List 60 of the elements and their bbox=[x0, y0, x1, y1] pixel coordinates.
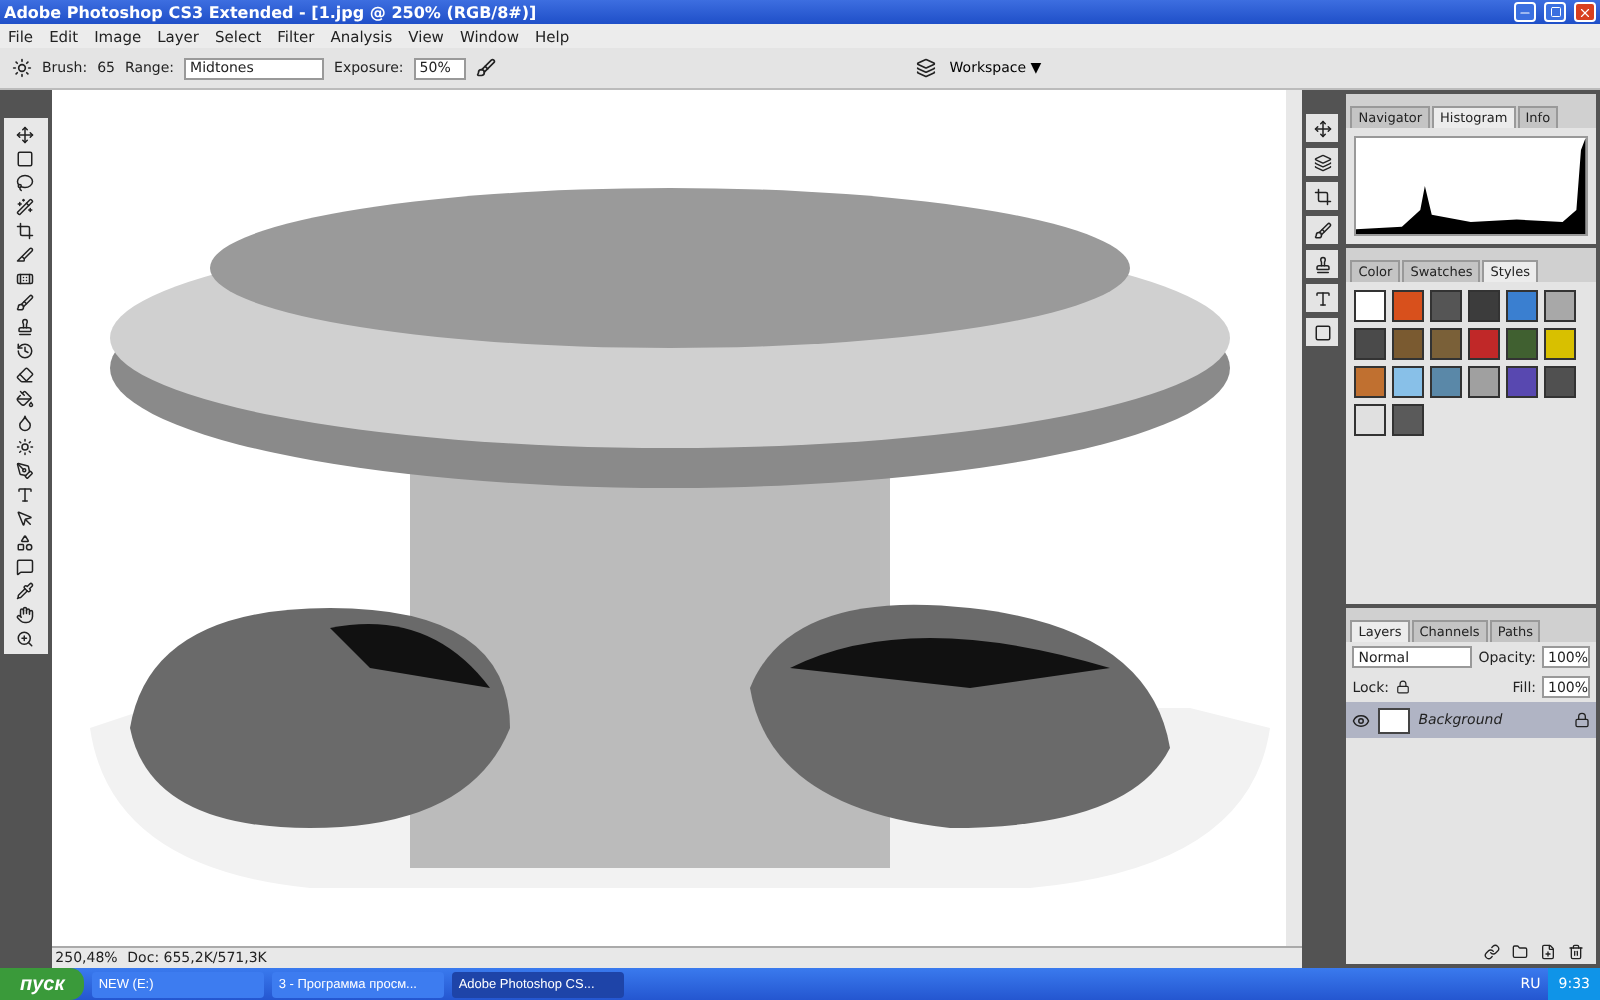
lasso-icon[interactable] bbox=[16, 173, 35, 191]
style-swatch[interactable] bbox=[1468, 366, 1501, 398]
style-swatch[interactable] bbox=[1544, 328, 1577, 360]
style-swatch[interactable] bbox=[1468, 328, 1501, 360]
move-icon[interactable] bbox=[16, 125, 35, 143]
slice-icon[interactable] bbox=[16, 245, 35, 263]
style-swatch[interactable] bbox=[1392, 366, 1425, 398]
style-swatch[interactable] bbox=[1506, 366, 1539, 398]
close-button[interactable] bbox=[1574, 2, 1596, 22]
new-layer-icon[interactable] bbox=[1540, 944, 1556, 960]
style-swatch[interactable] bbox=[1354, 290, 1387, 322]
window-title: Adobe Photoshop CS3 Extended - [1.jpg @ 250% (RGB/8#)] bbox=[4, 3, 539, 21]
maximize-button[interactable] bbox=[1544, 2, 1566, 22]
style-swatch[interactable] bbox=[1506, 328, 1539, 360]
bandage-icon[interactable] bbox=[16, 269, 35, 287]
bucket-icon[interactable] bbox=[16, 389, 35, 407]
eyedropper-icon[interactable] bbox=[16, 581, 35, 599]
style-swatch[interactable] bbox=[1544, 366, 1577, 398]
start-button[interactable]: пуск bbox=[0, 968, 85, 1000]
history-brush-icon[interactable] bbox=[16, 341, 35, 359]
style-swatch[interactable] bbox=[1354, 404, 1387, 436]
stamp-icon[interactable] bbox=[16, 317, 35, 335]
text-icon[interactable] bbox=[1313, 289, 1332, 307]
close-icon bbox=[1578, 5, 1592, 19]
zoom-icon[interactable] bbox=[16, 629, 35, 647]
style-swatch[interactable] bbox=[1430, 290, 1463, 322]
style-swatch[interactable] bbox=[1430, 366, 1463, 398]
crop-icon[interactable] bbox=[16, 221, 35, 239]
style-swatch[interactable] bbox=[1544, 290, 1577, 322]
note-icon[interactable] bbox=[16, 557, 35, 575]
trash-icon[interactable] bbox=[1568, 944, 1584, 960]
layer-thumbnail bbox=[1378, 707, 1411, 733]
style-swatch[interactable] bbox=[1392, 404, 1425, 436]
wand-icon[interactable] bbox=[16, 197, 35, 215]
style-swatch[interactable] bbox=[1468, 290, 1501, 322]
link-icon[interactable] bbox=[1484, 944, 1500, 960]
layers-icon[interactable] bbox=[1313, 153, 1332, 171]
shape-icon[interactable] bbox=[16, 533, 35, 551]
type-icon[interactable] bbox=[16, 485, 35, 503]
lock-icon[interactable] bbox=[1395, 680, 1410, 694]
style-swatch[interactable] bbox=[1354, 328, 1387, 360]
minimize-button[interactable] bbox=[1514, 2, 1536, 22]
pointer-icon[interactable] bbox=[16, 509, 35, 527]
hand-icon[interactable] bbox=[16, 605, 35, 623]
style-swatch[interactable] bbox=[1392, 328, 1425, 360]
drop-icon[interactable] bbox=[16, 413, 35, 431]
brush-icon[interactable] bbox=[16, 293, 35, 311]
style-swatch[interactable] bbox=[1354, 366, 1387, 398]
style-swatch[interactable] bbox=[1430, 328, 1463, 360]
eye-icon[interactable] bbox=[1352, 711, 1371, 729]
airbrush-icon[interactable] bbox=[475, 58, 496, 78]
style-swatch[interactable] bbox=[1506, 290, 1539, 322]
pen-icon[interactable] bbox=[16, 461, 35, 479]
style-swatch[interactable] bbox=[1392, 290, 1425, 322]
stamp-icon[interactable] bbox=[1313, 255, 1332, 273]
marquee-icon[interactable] bbox=[16, 149, 35, 167]
brush-icon[interactable] bbox=[1313, 221, 1332, 239]
eraser-icon[interactable] bbox=[16, 365, 35, 383]
folder-icon[interactable] bbox=[1512, 944, 1528, 960]
maximize-icon bbox=[1549, 6, 1561, 18]
